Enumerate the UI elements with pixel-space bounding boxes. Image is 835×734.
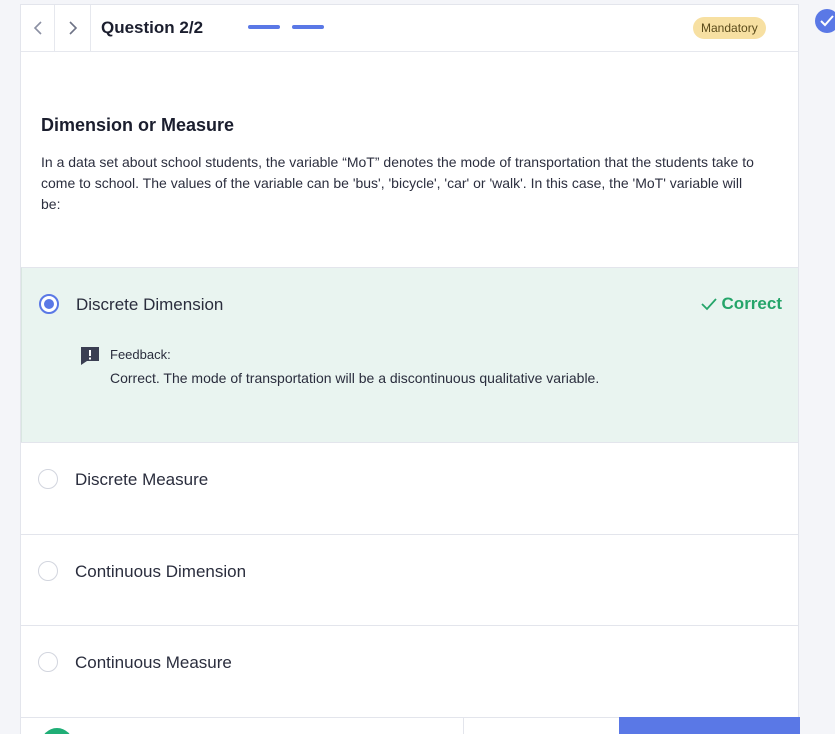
quiz-page: Question 2/2 Mandatory Dimension or Meas…	[0, 0, 835, 734]
submit-button[interactable]	[619, 717, 800, 734]
option-discrete-measure[interactable]: Discrete Measure	[21, 442, 798, 534]
option-discrete-dimension[interactable]: Discrete Dimension Correct Feedback: Cor…	[21, 267, 798, 442]
correct-label: Correct	[721, 294, 782, 313]
exclamation-speech-bubble-icon	[81, 347, 99, 365]
feedback-text: Correct. The mode of transportation will…	[110, 370, 600, 386]
question-footer	[21, 717, 800, 734]
progress-segment-2[interactable]	[292, 25, 324, 29]
checkmark-icon	[700, 298, 717, 311]
chevron-left-icon	[33, 21, 42, 35]
option-label: Continuous Dimension	[75, 562, 247, 581]
footer-divider	[463, 718, 464, 734]
option-label: Continuous Measure	[75, 653, 232, 672]
option-radio[interactable]	[38, 652, 58, 672]
option-radio-checked[interactable]	[39, 294, 59, 314]
avatar	[41, 728, 73, 734]
question-text: In a data set about school students, the…	[41, 154, 754, 212]
option-radio[interactable]	[38, 561, 58, 581]
option-label: Discrete Measure	[75, 470, 209, 489]
next-question-button[interactable]	[55, 5, 91, 51]
question-header: Question 2/2 Mandatory	[21, 5, 798, 52]
progress-segment-1[interactable]	[248, 25, 280, 29]
feedback-label: Feedback:	[110, 347, 171, 362]
mandatory-badge: Mandatory	[693, 17, 766, 39]
completed-check-icon	[815, 9, 835, 33]
question-heading: Dimension or Measure	[41, 115, 235, 135]
option-continuous-measure[interactable]: Continuous Measure	[21, 625, 798, 717]
checkmark-icon	[820, 15, 834, 27]
question-card: Question 2/2 Mandatory Dimension or Meas…	[20, 4, 800, 734]
question-counter: Question 2/2	[101, 18, 204, 37]
option-continuous-dimension[interactable]: Continuous Dimension	[21, 534, 798, 625]
previous-question-button[interactable]	[21, 5, 55, 51]
correct-indicator: Correct	[700, 294, 782, 314]
chevron-right-icon	[68, 21, 77, 35]
option-label: Discrete Dimension	[76, 295, 224, 314]
question-progress	[248, 25, 324, 29]
option-radio[interactable]	[38, 469, 58, 489]
